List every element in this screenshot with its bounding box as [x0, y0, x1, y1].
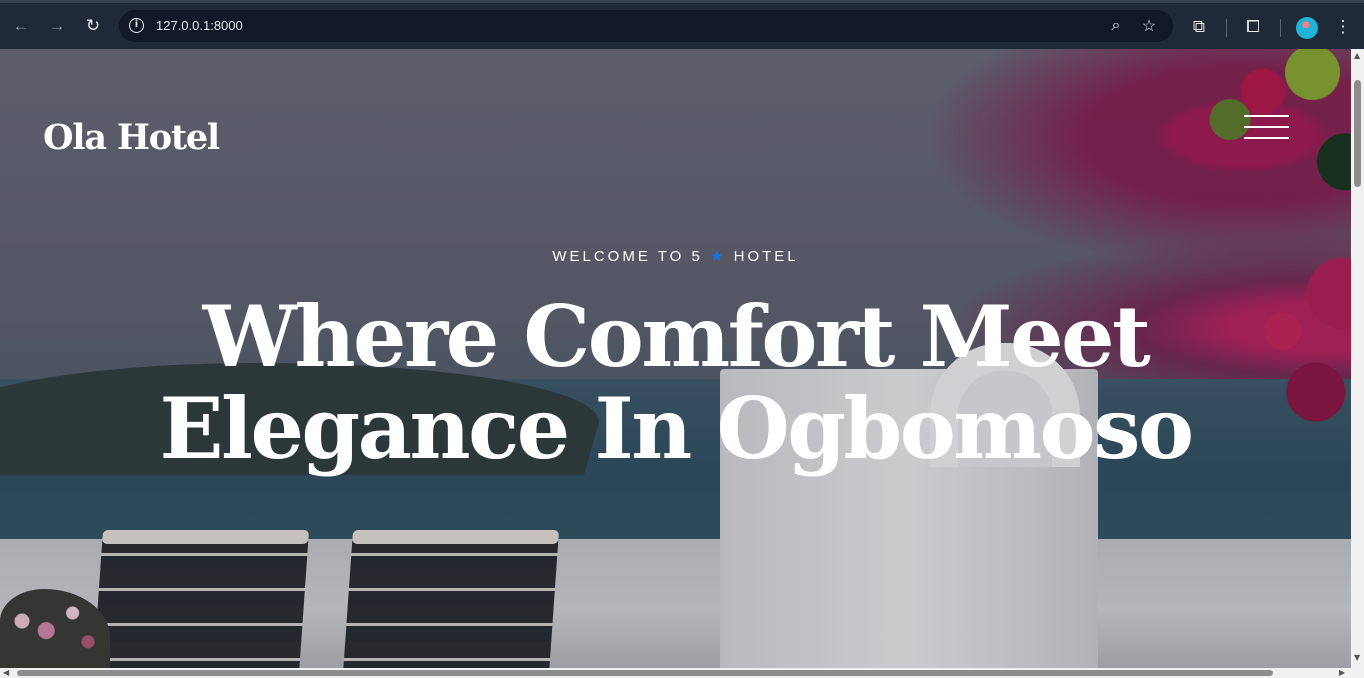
vertical-dots-icon[interactable]: ⋮ — [1331, 15, 1355, 39]
vertical-scrollbar[interactable]: ▲ ▼ — [1351, 49, 1364, 668]
welcome-text-end: HOTEL — [733, 248, 799, 265]
hamburger-menu-icon[interactable] — [1244, 115, 1289, 139]
menu-line — [1244, 115, 1289, 117]
vertical-scroll-thumb[interactable] — [1354, 80, 1361, 187]
site-logo[interactable]: Ola Hotel — [43, 119, 220, 157]
scroll-down-icon[interactable]: ▼ — [1354, 654, 1360, 662]
horizontal-scroll-thumb[interactable] — [17, 670, 1273, 676]
tab-search-icon[interactable]: ⧠ — [1241, 15, 1265, 39]
hero-title-line-2: Elegance In Ogbomoso — [159, 379, 1194, 478]
scroll-right-icon[interactable]: ▶ — [1339, 669, 1345, 677]
toolbar-divider — [1280, 19, 1281, 37]
menu-line — [1244, 126, 1289, 128]
profile-avatar[interactable] — [1296, 17, 1318, 39]
welcome-text-start: WELCOME TO 5 — [552, 248, 703, 265]
scroll-left-icon[interactable]: ◀ — [3, 669, 9, 677]
hero-title-line-1: Where Comfort Meet — [202, 287, 1151, 386]
horizontal-scrollbar[interactable]: ◀ ▶ — [0, 668, 1364, 678]
url-text[interactable]: 127.0.0.1:8000 — [156, 18, 243, 34]
puzzle-icon[interactable]: ⧉ — [1187, 15, 1211, 39]
menu-line — [1244, 137, 1289, 139]
info-icon[interactable]: i — [129, 18, 144, 33]
reload-icon[interactable]: ↻ — [79, 12, 107, 40]
arrow-right-icon[interactable]: → — [43, 12, 71, 40]
star-rating-icon: ★ — [710, 247, 727, 265]
zoom-icon[interactable]: ⌕ — [1105, 15, 1127, 37]
address-bar[interactable]: i 127.0.0.1:8000 ⌕ ☆ — [119, 10, 1173, 42]
browser-toolbar: ← → ↻ i 127.0.0.1:8000 ⌕ ☆ ⧉ ⧠ ⋮ — [0, 0, 1364, 49]
hero-title: Where Comfort Meet Elegance In Ogbomoso — [0, 291, 1351, 475]
arrow-left-icon[interactable]: ← — [7, 12, 35, 40]
toolbar-divider — [1226, 19, 1227, 37]
star-icon[interactable]: ☆ — [1138, 15, 1160, 37]
welcome-eyebrow: WELCOME TO 5 ★ HOTEL — [0, 247, 1351, 266]
hero-section: Ola Hotel WELCOME TO 5 ★ HOTEL Where Com… — [0, 49, 1351, 668]
scroll-up-icon[interactable]: ▲ — [1354, 52, 1360, 60]
